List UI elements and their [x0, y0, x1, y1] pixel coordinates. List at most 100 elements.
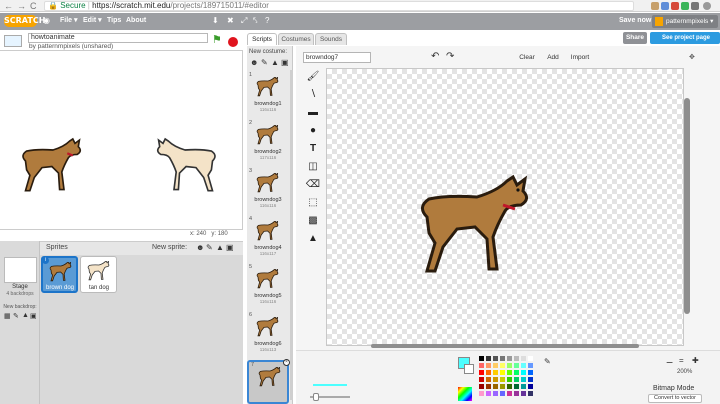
share-button[interactable]: Share — [623, 32, 647, 44]
brush-icon[interactable]: 🖌 — [304, 68, 322, 85]
palette-swatch[interactable] — [514, 391, 519, 396]
palette-swatch[interactable] — [493, 391, 498, 396]
tab-sounds[interactable]: Sounds — [315, 33, 347, 45]
paint-sprite-icon[interactable]: ✎ — [206, 243, 213, 252]
palette-swatch[interactable] — [486, 391, 491, 396]
upload-backdrop-icon[interactable]: ▲ — [22, 312, 29, 319]
stage-size-toggle[interactable] — [4, 35, 22, 47]
upload-costume-icon[interactable]: ▲ — [271, 58, 279, 67]
palette-swatch[interactable] — [514, 356, 519, 361]
menu-about[interactable]: About — [126, 16, 146, 26]
costume-item[interactable]: 1 browndog1 116x116 — [247, 72, 289, 116]
palette-swatch[interactable] — [507, 370, 512, 375]
back-button[interactable]: ← — [4, 1, 13, 11]
duplicate-icon[interactable]: ⬇ — [212, 16, 219, 26]
line-icon[interactable]: ∖ — [304, 86, 322, 103]
palette-swatch[interactable] — [528, 384, 533, 389]
palette-swatch[interactable] — [500, 377, 505, 382]
palette-swatch[interactable] — [486, 377, 491, 382]
paint-costume-icon[interactable]: ✎ — [261, 58, 268, 67]
globe-icon[interactable]: ◉ — [43, 16, 50, 26]
extension-icon[interactable] — [651, 2, 659, 10]
backdrop-library-icon[interactable]: ▦ — [4, 312, 11, 320]
extension-icon[interactable] — [691, 2, 699, 10]
palette-swatch[interactable] — [507, 377, 512, 382]
costume-camera-icon[interactable]: ▣ — [281, 58, 289, 67]
undo-icon[interactable]: ↶ — [431, 51, 439, 62]
palette-swatch[interactable] — [528, 391, 533, 396]
palette-swatch[interactable] — [514, 370, 519, 375]
palette-swatch[interactable] — [521, 384, 526, 389]
palette-swatch[interactable] — [479, 384, 484, 389]
green-flag-icon[interactable]: ⚑ — [212, 34, 222, 46]
palette-swatch[interactable] — [528, 377, 533, 382]
address-bar[interactable]: 🔒 Secure | https://scratch.mit.edu/proje… — [44, 1, 634, 11]
browser-menu-icon[interactable] — [703, 2, 711, 10]
palette-swatch[interactable] — [507, 363, 512, 368]
palette-swatch[interactable] — [521, 370, 526, 375]
palette-swatch[interactable] — [514, 384, 519, 389]
costume-item[interactable]: 5 browndog5 116x116 — [247, 264, 289, 308]
help-icon[interactable]: ? — [265, 16, 269, 26]
stamp-icon[interactable]: ▲ — [304, 230, 322, 247]
import-button[interactable]: Import — [567, 53, 593, 63]
palette-swatch[interactable] — [493, 370, 498, 375]
extension-icon[interactable] — [661, 2, 669, 10]
sprite-card-brown-dog[interactable]: i brown dog — [41, 256, 78, 293]
palette-swatch[interactable] — [500, 370, 505, 375]
palette-swatch[interactable] — [500, 363, 505, 368]
palette-swatch[interactable] — [486, 356, 491, 361]
menu-tips[interactable]: Tips — [107, 16, 121, 26]
palette-swatch[interactable] — [479, 356, 484, 361]
costume-list-scrollbar[interactable] — [290, 70, 293, 400]
delete-costume-icon[interactable]: × — [283, 359, 290, 366]
costume-item[interactable]: 6 browndog6 116x113 — [247, 312, 289, 356]
clear-button[interactable]: Clear — [516, 53, 538, 63]
add-button[interactable]: Add — [543, 53, 563, 63]
palette-swatch[interactable] — [479, 377, 484, 382]
palette-swatch[interactable] — [486, 363, 491, 368]
set-costume-center-icon[interactable]: ✥ — [689, 53, 695, 61]
costume-library-icon[interactable]: ☻ — [250, 58, 258, 67]
palette-swatch[interactable] — [479, 363, 484, 368]
forward-button[interactable]: → — [17, 1, 26, 11]
project-title-input[interactable]: howtoanimate — [28, 33, 208, 43]
paint-canvas[interactable] — [326, 68, 684, 346]
extension-icon[interactable] — [671, 2, 679, 10]
see-project-page-button[interactable]: See project page — [650, 32, 720, 44]
grow-icon[interactable]: ⤢ — [241, 16, 247, 26]
stage[interactable] — [0, 50, 243, 230]
convert-to-vector-button[interactable]: Convert to vector — [648, 394, 702, 403]
sprite-library-icon[interactable]: ☻ — [196, 243, 204, 252]
zoom-in-icon[interactable]: ✚ — [692, 356, 699, 365]
reload-button[interactable]: C — [30, 1, 37, 11]
palette-swatch[interactable] — [514, 363, 519, 368]
sprite-card-tan-dog[interactable]: tan dog — [80, 256, 117, 293]
palette-swatch[interactable] — [493, 363, 498, 368]
brush-size-handle[interactable] — [313, 393, 319, 401]
menu-edit[interactable]: Edit ▾ — [83, 16, 102, 26]
stamp-select-icon[interactable]: ▩ — [304, 212, 322, 229]
palette-swatch[interactable] — [479, 370, 484, 375]
paint-backdrop-icon[interactable]: ✎ — [13, 312, 19, 320]
stage-thumbnail[interactable] — [4, 257, 37, 283]
eraser-icon[interactable]: ⌫ — [304, 176, 322, 193]
menu-file[interactable]: File ▾ — [60, 16, 78, 26]
text-icon[interactable]: T — [304, 140, 322, 157]
stop-button[interactable] — [228, 37, 238, 47]
palette-swatch[interactable] — [521, 356, 526, 361]
palette-swatch[interactable] — [493, 377, 498, 382]
palette-swatch[interactable] — [528, 370, 533, 375]
canvas-horizontal-scrollbar[interactable] — [371, 344, 639, 348]
costume-name-input[interactable]: browndog7 — [303, 52, 371, 63]
palette-swatch[interactable] — [507, 384, 512, 389]
background-color-swatch[interactable] — [464, 364, 474, 374]
palette-swatch[interactable] — [479, 391, 484, 396]
canvas-vertical-scrollbar[interactable] — [684, 98, 690, 314]
select-icon[interactable]: ⬚ — [304, 194, 322, 211]
tab-scripts[interactable]: Scripts — [247, 33, 277, 45]
palette-swatch[interactable] — [521, 391, 526, 396]
costume-item[interactable]: 3 browndog3 116x116 — [247, 168, 289, 212]
zoom-reset-icon[interactable]: = — [679, 356, 684, 365]
zoom-out-icon[interactable]: ⚊ — [666, 356, 673, 365]
